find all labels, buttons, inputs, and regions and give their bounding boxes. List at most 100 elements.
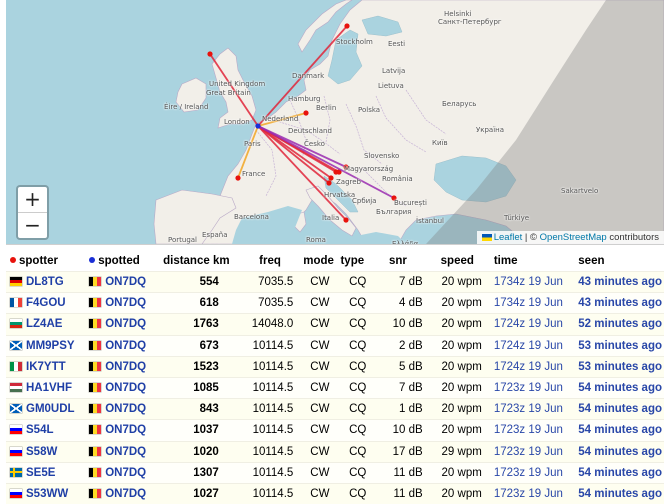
map-label: Berlin: [316, 104, 337, 112]
header-time: time: [493, 254, 518, 267]
spotted-callsign-link[interactable]: ON7DQ: [105, 446, 146, 458]
country-flag-icon: [10, 277, 22, 287]
spot-time-link[interactable]: 1723z 19 Jun: [494, 467, 563, 479]
cell-type: CQ: [338, 334, 377, 357]
spotter-callsign-link[interactable]: GM0UDL: [26, 403, 75, 415]
spot-time-link[interactable]: 1734z 19 Jun: [494, 297, 563, 309]
map-label: Česko: [304, 140, 325, 148]
cell-seen: 53 minutes ago: [576, 355, 664, 378]
map-label: Danmark: [292, 72, 325, 80]
map-label: Madrid: [196, 244, 220, 245]
spotter-callsign-link[interactable]: S53WW: [26, 488, 68, 500]
spot-time-link[interactable]: 1724z 19 Jun: [494, 361, 563, 373]
spotter-callsign-link[interactable]: F4GOU: [26, 297, 66, 309]
seen-ago-text: 53 minutes ago: [578, 360, 662, 373]
cell-type: CQ: [338, 482, 377, 504]
spotter-marker[interactable]: [303, 110, 309, 116]
cell-distance: 1027: [161, 482, 239, 504]
spotted-marker[interactable]: [255, 123, 261, 129]
spotter-callsign-link[interactable]: S54L: [26, 424, 54, 436]
spotter-callsign-link[interactable]: MM9PSY: [26, 340, 75, 352]
spot-time-link[interactable]: 1723z 19 Jun: [494, 382, 563, 394]
spotter-callsign-link[interactable]: LZ4AE: [26, 318, 62, 330]
cell-snr: 1 dB: [377, 398, 431, 420]
spotted-callsign-link[interactable]: ON7DQ: [105, 276, 146, 288]
cell-spotter: S53WW: [6, 482, 86, 504]
cell-spotted: ON7DQ: [85, 334, 162, 357]
seen-ago-text: 54 minutes ago: [578, 382, 662, 395]
cell-distance: 1763: [161, 313, 239, 336]
seen-ago-text: 43 minutes ago: [578, 297, 662, 310]
spotter-callsign-link[interactable]: IK7YTT: [26, 361, 66, 373]
attribution-separator: | ©: [522, 232, 540, 243]
spotted-callsign-link[interactable]: ON7DQ: [105, 361, 146, 373]
map-label: España: [202, 231, 228, 239]
attribution-contributors: contributors: [606, 232, 659, 243]
map-label: Roma: [306, 236, 326, 244]
map-label: Slovensko: [364, 152, 400, 160]
openstreetmap-link[interactable]: OpenStreetMap: [540, 232, 607, 243]
belgium-flag-icon: [89, 277, 102, 287]
spotter-marker[interactable]: [207, 51, 213, 57]
cell-spotter: S54L: [6, 419, 86, 441]
header-speed: speed: [440, 254, 474, 267]
zoom-in-button[interactable]: +: [18, 187, 47, 212]
seen-ago-text: 54 minutes ago: [578, 445, 662, 458]
spotter-callsign-link[interactable]: HA1VHF: [26, 382, 72, 394]
header-snr: snr: [389, 254, 407, 267]
spotter-marker[interactable]: [326, 180, 332, 186]
spotter-marker[interactable]: [344, 23, 350, 29]
spot-time-link[interactable]: 1723z 19 Jun: [494, 424, 563, 436]
cell-freq: 7035.5: [238, 270, 302, 293]
spotter-marker[interactable]: [235, 175, 241, 181]
map[interactable]: Stockholm Helsinki Санкт-Петербург Eesti Lat…: [6, 0, 664, 245]
cell-speed: 20 wpm: [430, 376, 492, 399]
spotted-callsign-link[interactable]: ON7DQ: [105, 340, 146, 352]
cell-spotter: F4GOU: [6, 292, 86, 314]
cell-seen: 54 minutes ago: [576, 440, 664, 463]
cell-type: CQ: [338, 461, 377, 484]
spots-table: spotter spotted distance km freq mode ty…: [6, 250, 664, 504]
map-label: Magyarország: [344, 165, 394, 173]
cell-spotter: HA1VHF: [6, 376, 86, 399]
spot-time-link[interactable]: 1723z 19 Jun: [494, 488, 563, 500]
cell-snr: 10 dB: [377, 419, 431, 441]
spotted-callsign-link[interactable]: ON7DQ: [105, 318, 146, 330]
cell-seen: 54 minutes ago: [576, 419, 664, 441]
leaflet-link[interactable]: Leaflet: [494, 232, 523, 243]
cell-freq: 10114.5: [238, 419, 302, 441]
cell-speed: 20 wpm: [430, 313, 492, 336]
map-attribution: Leaflet | © OpenStreetMap contributors: [476, 231, 664, 244]
cell-spotted: ON7DQ: [85, 440, 162, 463]
zoom-out-button[interactable]: −: [18, 212, 47, 238]
spotted-callsign-link[interactable]: ON7DQ: [105, 488, 146, 500]
country-flag-icon: [10, 467, 22, 477]
spotter-marker[interactable]: [328, 175, 334, 181]
cell-snr: 11 dB: [377, 482, 431, 504]
spot-time-link[interactable]: 1724z 19 Jun: [494, 318, 563, 330]
spot-time-link[interactable]: 1723z 19 Jun: [494, 403, 563, 415]
header-seen: seen: [578, 254, 605, 267]
cell-spotted: ON7DQ: [85, 482, 162, 504]
cell-type: CQ: [338, 270, 377, 293]
spotter-marker[interactable]: [333, 169, 339, 175]
spotted-callsign-link[interactable]: ON7DQ: [105, 424, 146, 436]
cell-speed: 29 wpm: [430, 440, 492, 463]
spotted-callsign-link[interactable]: ON7DQ: [105, 467, 146, 479]
spot-time-link[interactable]: 1724z 19 Jun: [494, 340, 563, 352]
spotter-marker[interactable]: [343, 217, 349, 223]
spot-time-link[interactable]: 1723z 19 Jun: [494, 446, 563, 458]
map-label: Київ: [432, 139, 448, 147]
country-flag-icon: [10, 340, 22, 350]
cell-mode: CW: [301, 355, 339, 378]
belgium-flag-icon: [89, 425, 102, 435]
spot-time-link[interactable]: 1734z 19 Jun: [494, 276, 563, 288]
spotted-callsign-link[interactable]: ON7DQ: [105, 297, 146, 309]
spotted-callsign-link[interactable]: ON7DQ: [105, 382, 146, 394]
spotter-callsign-link[interactable]: DL8TG: [26, 276, 64, 288]
spotter-callsign-link[interactable]: S58W: [26, 446, 57, 458]
header-freq: freq: [259, 254, 281, 267]
map-label: România: [382, 175, 413, 183]
spotter-callsign-link[interactable]: SE5E: [26, 467, 55, 479]
spotted-callsign-link[interactable]: ON7DQ: [105, 403, 146, 415]
